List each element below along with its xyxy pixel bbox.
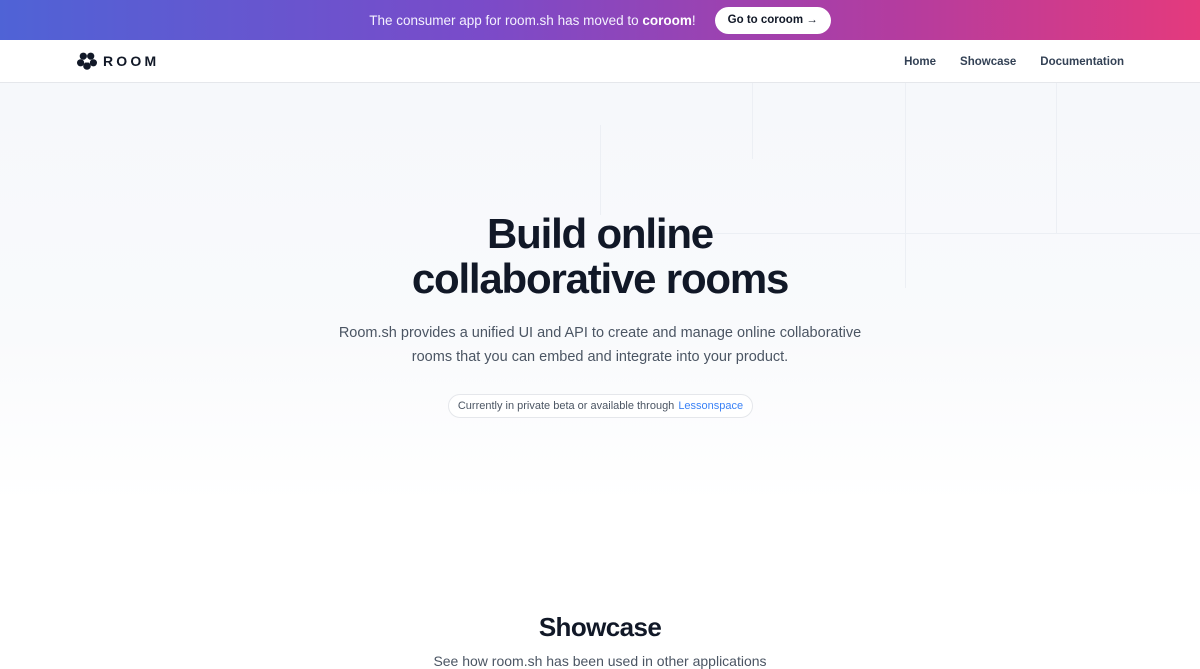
beta-text: Currently in private beta or available t…	[457, 400, 675, 412]
hero-title-line1: Build online	[487, 210, 714, 257]
announcement-banner: The consumer app for room.sh has moved t…	[0, 0, 1200, 40]
showcase-subtitle: See how room.sh has been used in other a…	[433, 653, 767, 669]
hero-title: Build online collaborative rooms	[0, 211, 1200, 301]
banner-text-prefix: The consumer app for room.sh has moved t…	[369, 12, 639, 28]
hero-title-line2: collaborative rooms	[411, 255, 790, 302]
banner-text: The consumer app for room.sh has moved t…	[369, 13, 695, 28]
hero-subtitle: Room.sh provides a unified UI and API to…	[0, 321, 1200, 369]
nav-link-home[interactable]: Home	[904, 56, 936, 68]
hero-subtitle-line1: Room.sh provides a unified UI and API to…	[338, 325, 862, 341]
showcase-title: Showcase	[538, 612, 662, 642]
beta-notice: Currently in private beta or available t…	[448, 394, 753, 418]
hero-subtitle-line2: rooms that you can embed and integrate i…	[411, 349, 789, 365]
hero-section: Build online collaborative rooms Room.sh…	[0, 83, 1200, 503]
banner-brand: coroom	[642, 12, 692, 28]
top-navbar: ROOM Home Showcase Documentation	[0, 40, 1200, 83]
nav-link-showcase[interactable]: Showcase	[960, 56, 1016, 68]
go-to-coroom-button[interactable]: Go to coroom →	[714, 6, 831, 34]
grid-line	[600, 125, 601, 215]
nav-link-documentation[interactable]: Documentation	[1040, 56, 1124, 68]
nav-links: Home Showcase Documentation	[904, 40, 1124, 83]
lessonspace-link[interactable]: Lessonspace	[678, 400, 743, 412]
logo-text: ROOM	[103, 53, 160, 69]
room-logo-icon	[77, 52, 97, 70]
logo[interactable]: ROOM	[77, 51, 159, 71]
grid-line	[752, 83, 753, 159]
banner-text-suffix: !	[691, 12, 696, 28]
